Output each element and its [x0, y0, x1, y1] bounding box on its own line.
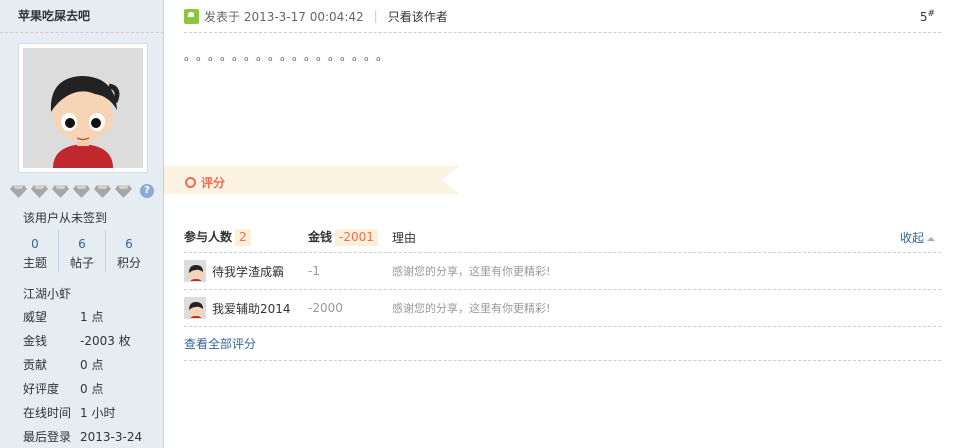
participants-count: 2: [235, 229, 251, 246]
post-main: 发表于 2013-3-17 00:04:42 | 只看该作者 5# 。。。。。。…: [164, 0, 954, 448]
rater[interactable]: 待我学渣成霸: [184, 260, 308, 282]
stat-threads[interactable]: 0 主题: [12, 230, 59, 272]
help-icon[interactable]: ?: [140, 184, 154, 198]
money-label: 金钱: [308, 230, 333, 244]
circle-icon: [185, 177, 196, 188]
money-header: 金钱 -2001: [308, 228, 392, 246]
diamond-icon: [115, 184, 132, 198]
author-username[interactable]: 苹果吃屎去吧: [0, 0, 164, 33]
info-row-money: 金钱 -2003 枚: [23, 329, 158, 353]
info-key: 金钱: [23, 334, 48, 348]
stat-value[interactable]: 6: [59, 233, 105, 255]
online-status-icon: [184, 8, 199, 24]
rating-label: 评分: [201, 176, 226, 190]
view-all-ratings-link[interactable]: 查看全部评分: [184, 327, 941, 361]
info-row-contribution: 贡献 0 点: [23, 353, 158, 377]
post-time: 发表于 2013-3-17 00:04:42: [204, 9, 364, 24]
info-row-online-time: 在线时间 1 小时: [23, 401, 158, 425]
info-value: -2003 枚: [80, 334, 131, 348]
rating-table-header: 参与人数 2 金钱 -2001 理由 收起: [184, 222, 941, 253]
author-sidebar: 苹果吃屎去吧 ? 该用户从未签到 0 主题 6 帖子 6 积分 江湖小虾 威望 …: [0, 0, 164, 448]
participants-label: 参与人数: [184, 230, 233, 244]
avatar[interactable]: [18, 43, 148, 173]
rating-amount: -2000: [308, 301, 343, 315]
stat-value[interactable]: 6: [106, 233, 152, 255]
rater[interactable]: 我爱辅助2014: [184, 297, 308, 319]
user-rank: 江湖小虾: [23, 287, 72, 301]
user-info-list: 威望 1 点 金钱 -2003 枚 贡献 0 点 好评度 0 点 在线时间 1 …: [23, 305, 158, 448]
info-row-prestige: 威望 1 点: [23, 305, 158, 329]
info-key: 在线时间: [23, 406, 72, 420]
diamond-icon: [94, 184, 111, 198]
info-value: 0 点: [80, 382, 104, 396]
diamond-icon: [31, 184, 48, 198]
reason-header: 理由: [392, 230, 417, 245]
info-key: 最后登录: [23, 430, 72, 444]
rating-row: 待我学渣成霸 -1 感谢您的分享，这里有你更精彩!: [184, 253, 941, 290]
floor-mark: #: [927, 9, 935, 19]
separator: |: [373, 9, 378, 23]
rating-row: 我爱辅助2014 -2000 感谢您的分享，这里有你更精彩!: [184, 290, 941, 327]
collapse-button[interactable]: 收起: [900, 229, 935, 246]
info-value: 0 点: [80, 358, 104, 372]
info-value: 1 点: [80, 310, 104, 324]
stat-label: 帖子: [69, 256, 94, 270]
avatar-image: [23, 48, 143, 168]
diamond-icon: [73, 184, 90, 198]
info-value: 1 小时: [80, 406, 116, 420]
info-row-rating: 好评度 0 点: [23, 377, 158, 401]
avatar[interactable]: [184, 297, 206, 319]
diamond-icon: [10, 184, 27, 198]
money-total: -2001: [335, 229, 378, 246]
rating-amount: -1: [308, 264, 320, 278]
info-row-last-login: 最后登录 2013-3-24: [23, 425, 158, 448]
stat-label: 积分: [116, 256, 141, 270]
checkin-status: 该用户从未签到: [23, 211, 108, 225]
info-key: 贡献: [23, 358, 48, 372]
info-value: 2013-3-24: [80, 430, 143, 444]
avatar[interactable]: [184, 260, 206, 282]
rater-name[interactable]: 我爱辅助2014: [212, 300, 291, 317]
only-author-link[interactable]: 只看该作者: [388, 8, 448, 25]
stat-label: 主题: [22, 256, 47, 270]
stat-posts[interactable]: 6 帖子: [59, 230, 106, 272]
stat-value[interactable]: 0: [12, 233, 58, 255]
participants-header: 参与人数 2: [184, 228, 308, 246]
floor-number[interactable]: 5#: [920, 9, 935, 24]
user-stats: 0 主题 6 帖子 6 积分: [12, 230, 152, 272]
info-key: 好评度: [23, 382, 60, 396]
post-header: 发表于 2013-3-17 00:04:42 | 只看该作者 5#: [184, 0, 941, 33]
chevron-up-icon: [927, 236, 935, 241]
info-key: 威望: [23, 310, 48, 324]
rating-title: 评分: [185, 174, 225, 191]
rater-name[interactable]: 待我学渣成霸: [212, 263, 284, 280]
diamond-icon: [52, 184, 69, 198]
rating-table: 参与人数 2 金钱 -2001 理由 收起 待我学渣成霸 -1 感谢您的分享，这里有…: [184, 222, 941, 361]
rating-reason: 感谢您的分享，这里有你更精彩!: [392, 265, 551, 278]
medal-row: ?: [10, 184, 154, 198]
post-content: 。。。。。。。。。。。。。。。。。: [184, 49, 395, 63]
stat-credits[interactable]: 6 积分: [106, 230, 152, 272]
rating-reason: 感谢您的分享，这里有你更精彩!: [392, 302, 551, 315]
collapse-label: 收起: [899, 231, 924, 245]
